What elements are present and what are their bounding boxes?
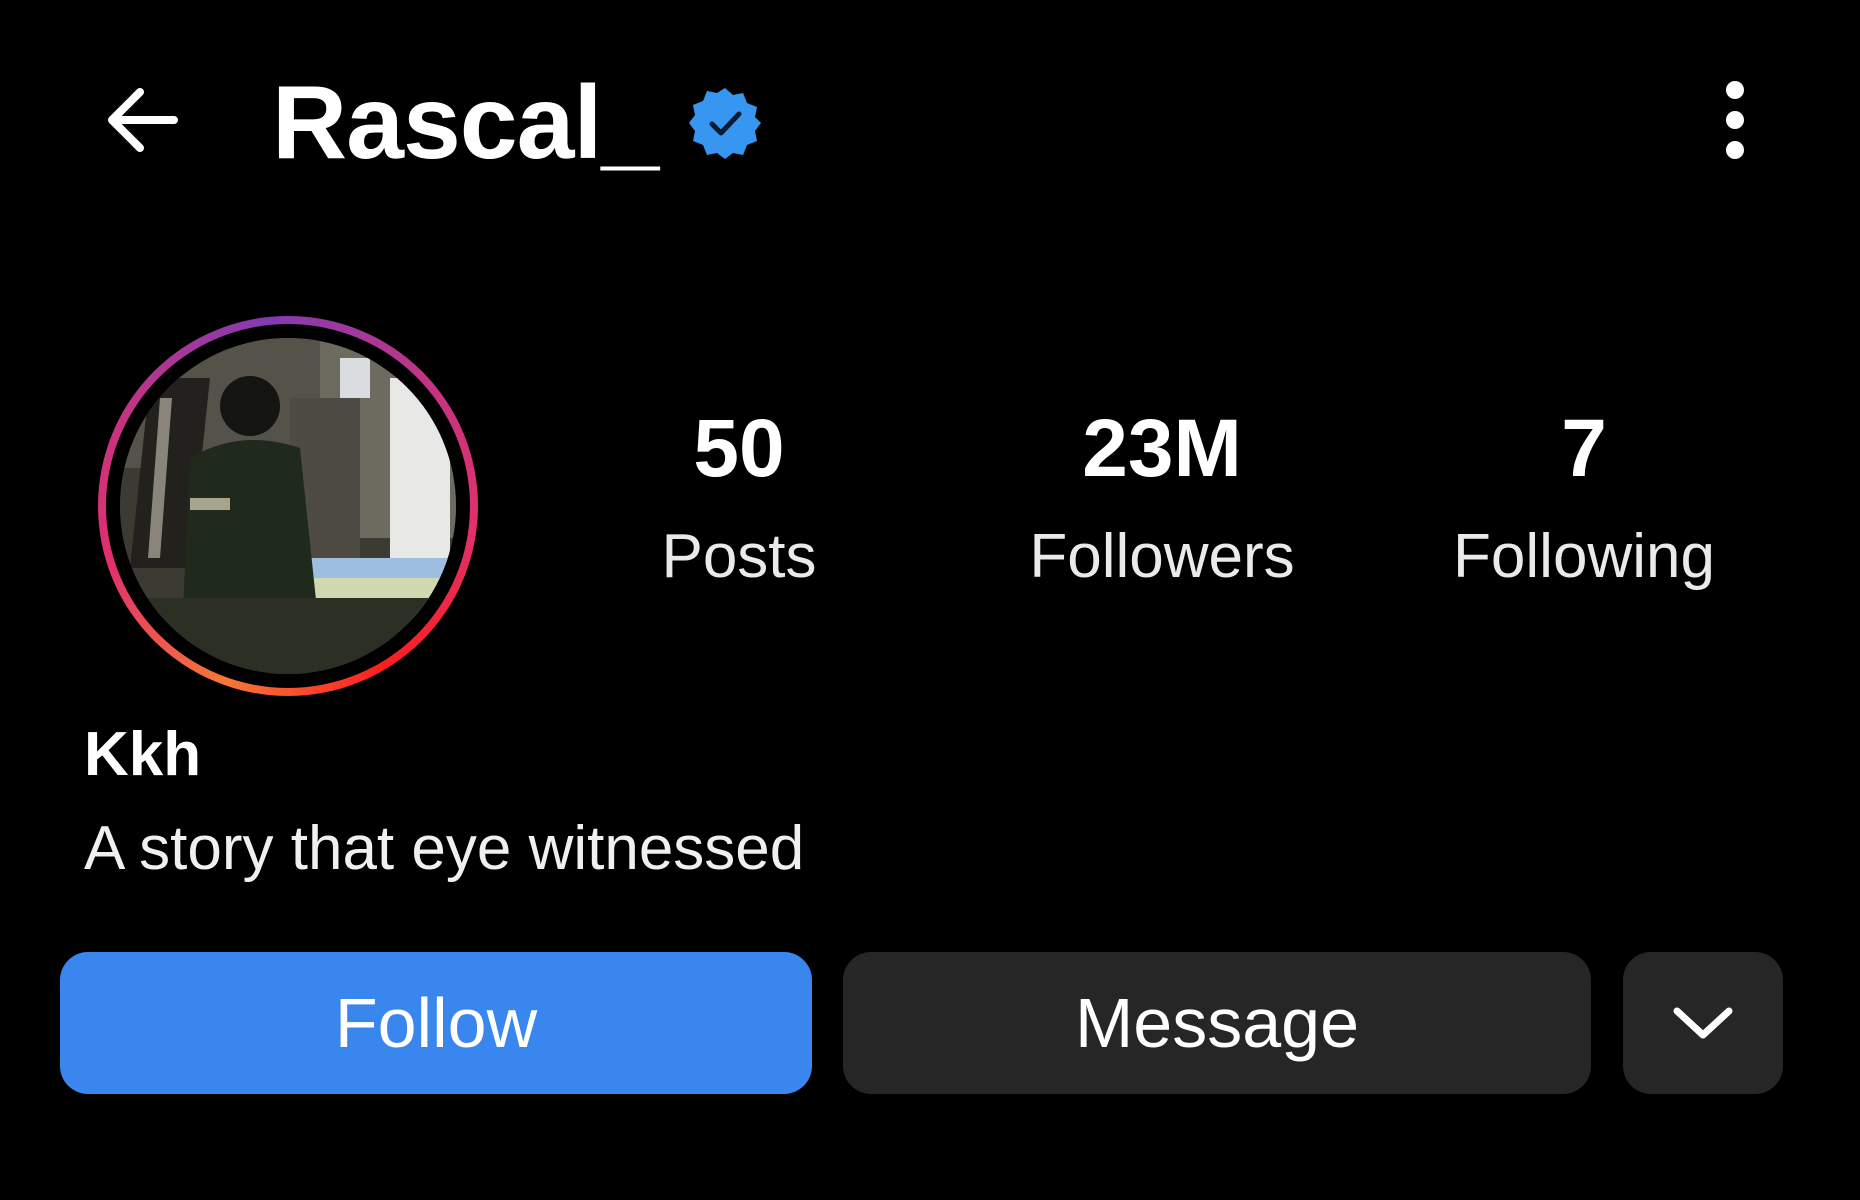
chevron-down-icon xyxy=(1673,1007,1733,1039)
display-name: Kkh xyxy=(84,720,202,789)
followers-count: 23M xyxy=(1082,403,1242,494)
posts-count: 50 xyxy=(693,403,785,494)
back-button[interactable] xyxy=(92,70,192,170)
verified-badge-icon xyxy=(688,86,762,160)
message-button[interactable]: Message xyxy=(843,952,1591,1094)
following-label: Following xyxy=(1453,522,1715,591)
profile-header: Rascal_ xyxy=(0,0,1860,240)
posts-label: Posts xyxy=(661,522,817,591)
more-options-button[interactable] xyxy=(1700,70,1770,170)
story-ring[interactable] xyxy=(98,316,478,696)
username: Rascal_ xyxy=(272,65,659,181)
bio-text: A story that eye witnessed xyxy=(84,814,805,883)
arrow-left-icon xyxy=(108,88,178,152)
stat-posts[interactable]: 50 Posts xyxy=(574,408,904,588)
follow-button[interactable]: Follow xyxy=(60,952,812,1094)
followers-label: Followers xyxy=(1029,522,1295,591)
profile-photo[interactable] xyxy=(120,338,456,674)
suggested-accounts-dropdown-button[interactable] xyxy=(1623,952,1783,1094)
username-row: Rascal_ xyxy=(272,58,762,188)
stat-followers[interactable]: 23M Followers xyxy=(997,408,1327,588)
following-count: 7 xyxy=(1561,403,1607,494)
stat-following[interactable]: 7 Following xyxy=(1419,408,1749,588)
more-vertical-icon xyxy=(1726,81,1744,159)
